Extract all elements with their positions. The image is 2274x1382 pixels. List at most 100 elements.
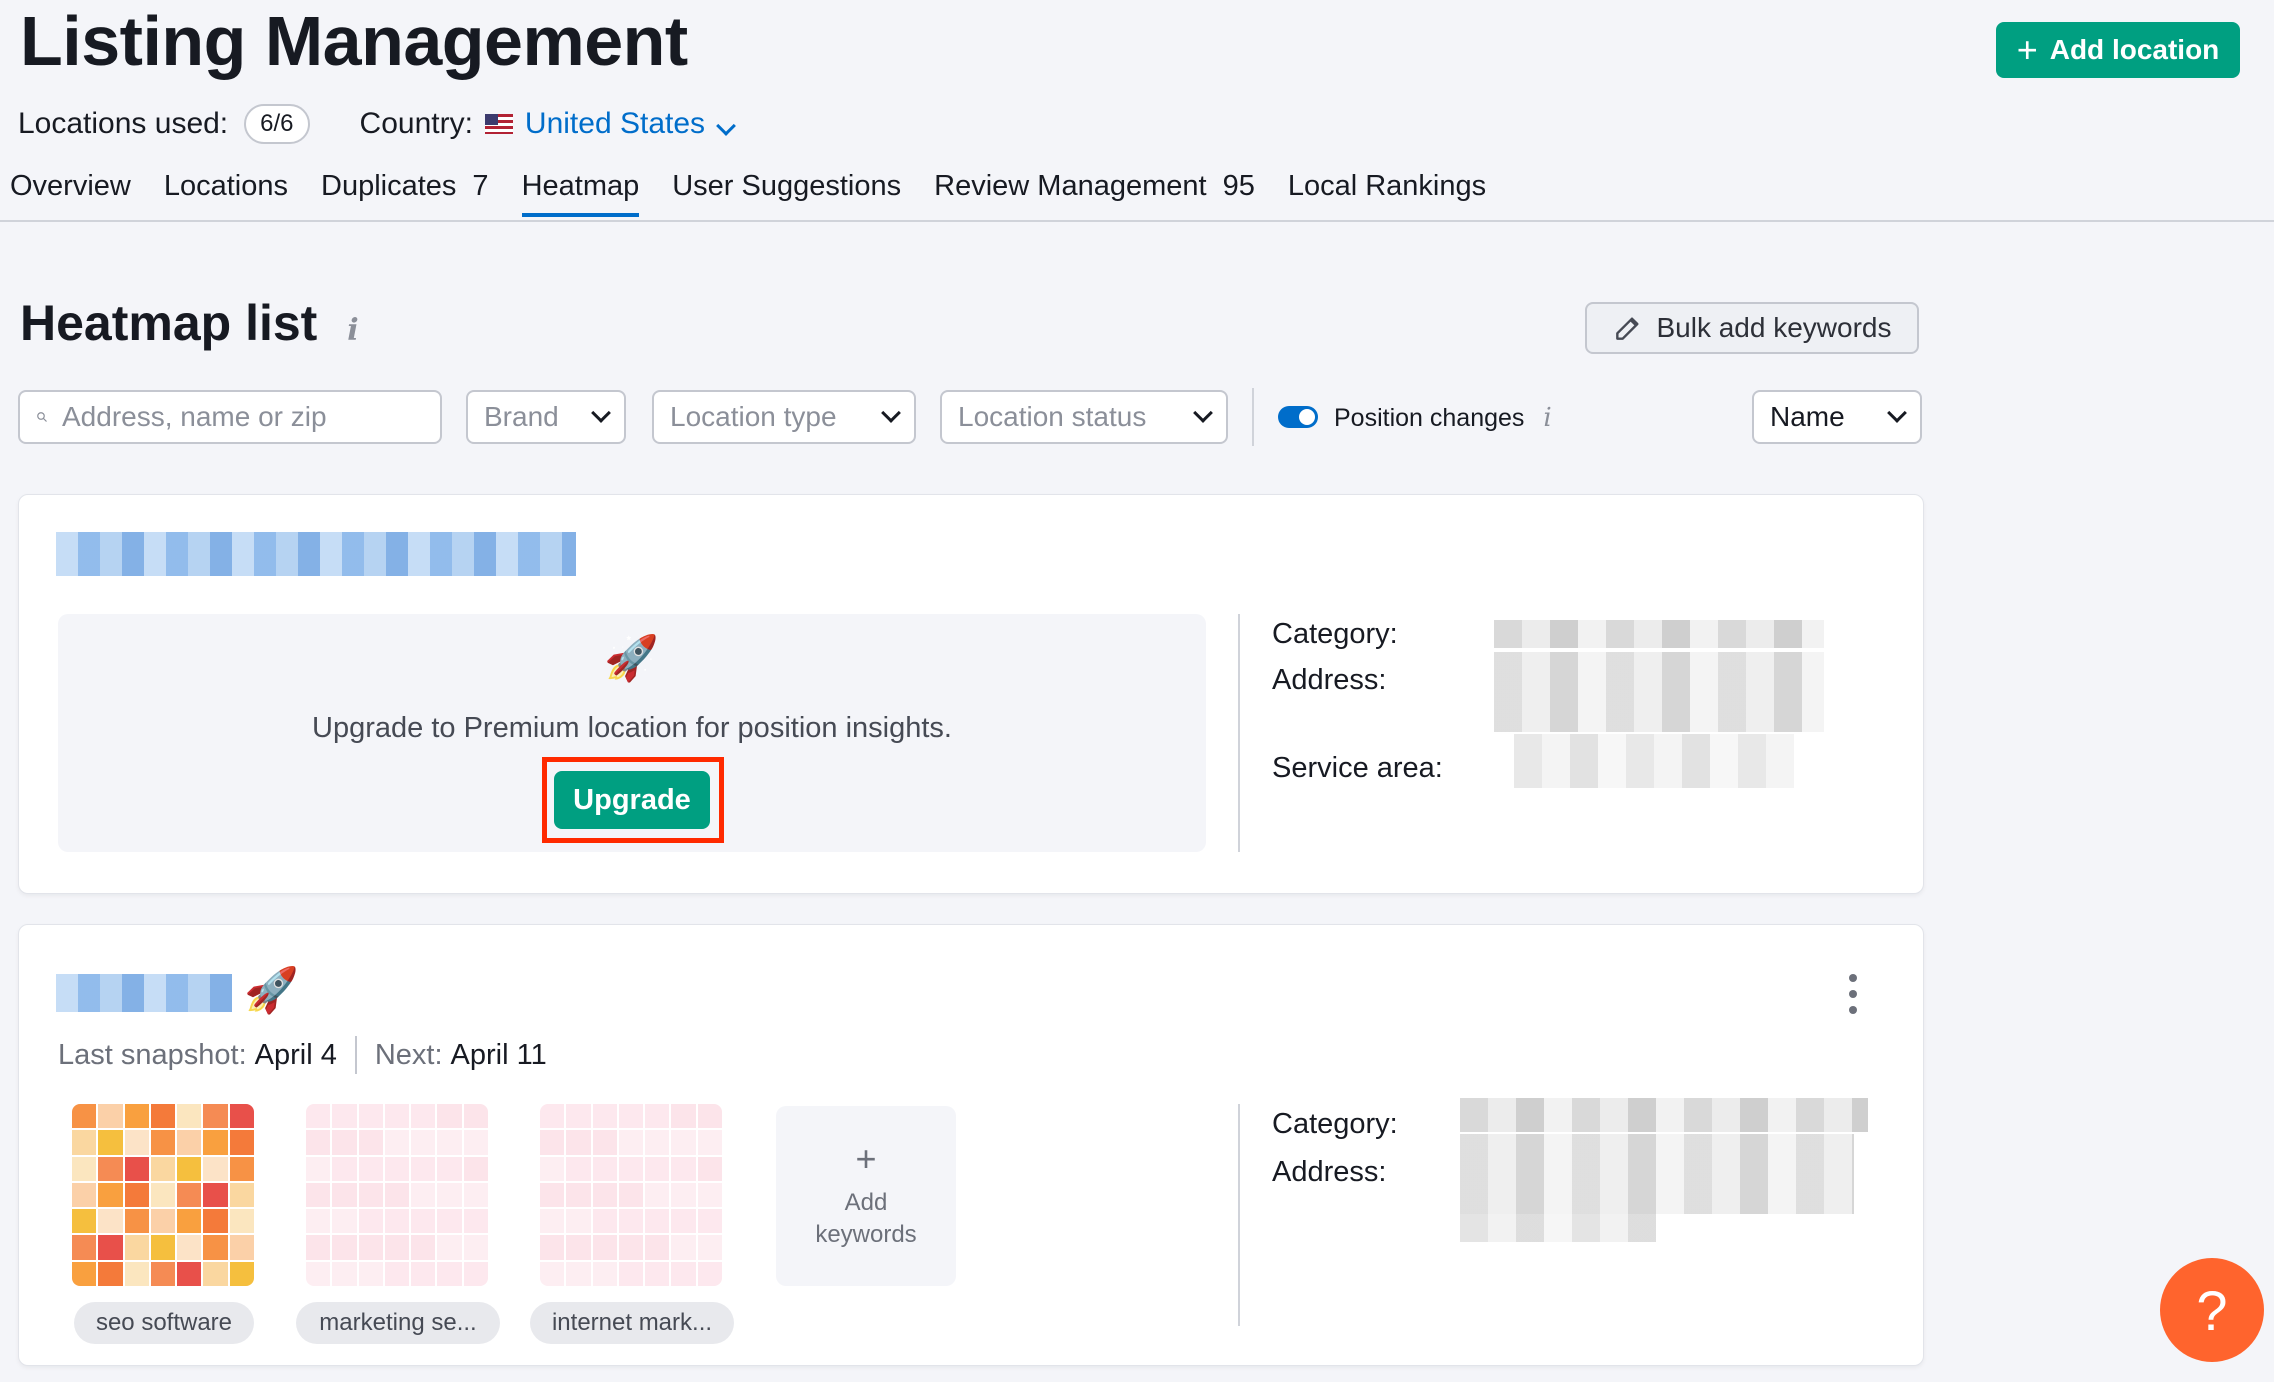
tab-label: Locations — [163, 170, 289, 202]
chevron-down-icon — [591, 403, 611, 423]
category-value-redacted — [1494, 620, 1824, 648]
brand-filter[interactable]: Brand — [466, 390, 626, 444]
heatmap-cell — [306, 1261, 331, 1286]
info-icon[interactable]: i — [1543, 403, 1551, 433]
us-flag-icon — [484, 114, 513, 134]
heatmap-cell — [411, 1182, 436, 1208]
heatmap-cell — [358, 1156, 383, 1181]
heatmap-thumbnail[interactable] — [306, 1104, 488, 1286]
heatmap-cell — [671, 1182, 696, 1208]
heatmap-cell — [671, 1130, 696, 1155]
plus-icon: + — [855, 1137, 877, 1179]
heatmap-cell — [618, 1130, 644, 1155]
heatmap-cell — [411, 1235, 436, 1260]
heatmap-thumbnail[interactable] — [72, 1104, 254, 1286]
heatmap-cell — [411, 1130, 436, 1155]
tab-duplicates[interactable]: Duplicates 7 — [321, 170, 489, 217]
heatmap-cell — [384, 1235, 410, 1260]
service-area-value-redacted — [1514, 734, 1794, 788]
card-divider — [1238, 614, 1240, 852]
heatmap-cell — [72, 1261, 97, 1286]
heatmap-cell — [72, 1104, 97, 1129]
heatmap-cell — [150, 1156, 176, 1181]
tab-heatmap[interactable]: Heatmap — [521, 170, 640, 217]
heatmap-cell — [177, 1182, 202, 1208]
position-changes-text: Position changes — [1334, 404, 1525, 432]
heatmap-cell — [645, 1261, 670, 1286]
location-status-filter[interactable]: Location status — [940, 390, 1228, 444]
tab-locations[interactable]: Locations — [164, 170, 288, 217]
category-label: Category: — [1272, 1108, 1398, 1140]
service-area-label: Service area: — [1272, 752, 1443, 784]
help-button[interactable]: ? — [2160, 1258, 2264, 1362]
keyword-chip[interactable]: marketing se... — [296, 1302, 500, 1344]
heatmap-cell — [384, 1209, 410, 1234]
heatmap-thumbnail[interactable] — [540, 1104, 722, 1286]
location-type-filter[interactable]: Location type — [652, 390, 916, 444]
sort-select[interactable]: Name — [1752, 390, 1922, 444]
heatmap-cell — [358, 1235, 383, 1260]
heatmap-cell — [411, 1156, 436, 1181]
heatmap-cell — [645, 1156, 670, 1181]
add-keywords-button[interactable]: + Add keywords — [776, 1106, 956, 1286]
section-title: Heatmap list i — [20, 298, 359, 348]
heatmap-cell — [540, 1156, 565, 1181]
heatmap-cell — [540, 1235, 565, 1260]
heatmap-cell — [697, 1235, 722, 1260]
heatmap-cell — [411, 1209, 436, 1234]
heatmap-cell — [540, 1209, 565, 1234]
heatmap-cell — [124, 1156, 149, 1181]
heatmap-cell — [592, 1235, 617, 1260]
location-name-redacted[interactable] — [56, 974, 232, 1012]
heatmap-cell — [98, 1235, 123, 1260]
heatmap-cell — [306, 1130, 331, 1155]
tab-local-rankings[interactable]: Local Rankings — [1288, 170, 1486, 217]
heatmap-cell — [463, 1104, 488, 1129]
address-value-redacted — [1460, 1214, 1656, 1242]
country-value: United States — [524, 107, 706, 140]
heatmap-cell — [618, 1104, 644, 1129]
heatmap-cell — [150, 1235, 176, 1260]
locations-used-badge: 6/6 — [244, 104, 310, 144]
heatmap-cell — [177, 1209, 202, 1234]
location-name-redacted[interactable] — [56, 532, 576, 576]
upgrade-button[interactable]: Upgrade — [554, 771, 710, 829]
heatmap-cell — [463, 1182, 488, 1208]
country-label: Country: — [359, 107, 473, 140]
heatmap-cell — [229, 1182, 254, 1208]
heatmap-cell — [332, 1235, 357, 1260]
heatmap-cell — [697, 1209, 722, 1234]
kebab-menu-icon[interactable] — [1844, 974, 1862, 1014]
tab-overview[interactable]: Overview — [10, 170, 131, 217]
heatmap-cell — [203, 1235, 228, 1260]
heatmap-cell — [98, 1104, 123, 1129]
heatmap-cell — [98, 1209, 123, 1234]
heatmap-cell — [306, 1104, 331, 1129]
heatmap-cell — [540, 1182, 565, 1208]
keyword-chip[interactable]: internet mark... — [530, 1302, 734, 1344]
heatmap-cell — [150, 1261, 176, 1286]
heatmap-cell — [358, 1104, 383, 1129]
heatmap-cell — [332, 1209, 357, 1234]
address-label: Address: — [1272, 664, 1387, 696]
search-field[interactable] — [18, 390, 442, 444]
heatmap-cell — [306, 1209, 331, 1234]
tab-user-suggestions[interactable]: User Suggestions — [672, 170, 901, 217]
heatmap-cell — [177, 1130, 202, 1155]
heatmap-cell — [177, 1156, 202, 1181]
add-location-button[interactable]: + Add location — [1996, 22, 2240, 78]
position-changes-toggle[interactable] — [1278, 406, 1318, 428]
bulk-add-keywords-button[interactable]: Bulk add keywords — [1585, 302, 1919, 354]
heatmap-cell — [671, 1261, 696, 1286]
heatmap-cell — [177, 1104, 202, 1129]
keyword-chip[interactable]: seo software — [74, 1302, 254, 1344]
heatmap-cell — [437, 1235, 462, 1260]
search-input[interactable] — [60, 400, 424, 434]
heatmap-cell — [592, 1156, 617, 1181]
heatmap-cell — [697, 1156, 722, 1181]
heatmap-cell — [592, 1182, 617, 1208]
heatmap-cell — [618, 1156, 644, 1181]
country-selector[interactable]: United States — [524, 107, 736, 141]
tab-review-management[interactable]: Review Management 95 — [934, 170, 1255, 217]
info-icon[interactable]: i — [347, 313, 358, 348]
